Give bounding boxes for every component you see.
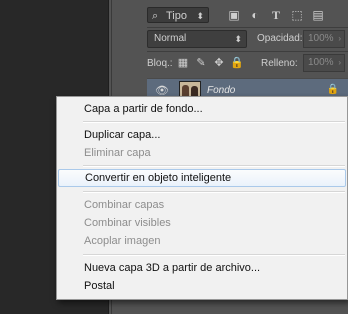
chevron-right-icon: › bbox=[338, 58, 341, 67]
filter-kind-select[interactable]: ⌕ Tipo ⬍ bbox=[147, 7, 209, 23]
layer-context-menu: Capa a partir de fondo... Duplicar capa.… bbox=[56, 96, 348, 300]
menu-item-flatten-image[interactable]: Acoplar imagen bbox=[58, 232, 346, 250]
divider bbox=[147, 51, 348, 52]
menu-separator bbox=[83, 254, 345, 256]
lock-image-pixels-icon[interactable]: ✎ bbox=[194, 56, 208, 70]
fill-field[interactable]: 100% › bbox=[303, 54, 345, 72]
adjustment-layer-filter-icon[interactable]: ◐ bbox=[248, 8, 262, 22]
chevron-right-icon: › bbox=[338, 34, 341, 43]
chevron-updown-icon: ⬍ bbox=[234, 34, 242, 44]
divider bbox=[147, 27, 348, 28]
lock-transparent-pixels-icon[interactable]: ▦ bbox=[176, 56, 190, 70]
opacity-field[interactable]: 100% › bbox=[303, 30, 345, 48]
filter-kind-label: Tipo bbox=[166, 10, 187, 22]
search-icon: ⌕ bbox=[152, 10, 159, 22]
fill-label: Relleno: bbox=[261, 58, 298, 69]
lock-icon: 🔒 bbox=[326, 84, 339, 95]
menu-item-convert-to-smart-object[interactable]: Convertir en objeto inteligente bbox=[58, 169, 346, 187]
menu-item-duplicate-layer[interactable]: Duplicar capa... bbox=[58, 126, 346, 144]
menu-item-merge-layers[interactable]: Combinar capas bbox=[58, 196, 346, 214]
menu-item-merge-visible[interactable]: Combinar visibles bbox=[58, 214, 346, 232]
chevron-updown-icon: ⬍ bbox=[196, 11, 204, 21]
menu-item-layer-from-background[interactable]: Capa a partir de fondo... bbox=[58, 100, 346, 118]
opacity-value: 100% bbox=[308, 33, 334, 44]
smart-object-filter-icon[interactable]: ▤ bbox=[311, 8, 325, 22]
fill-value: 100% bbox=[308, 57, 334, 68]
blend-mode-value: Normal bbox=[154, 33, 187, 44]
menu-item-delete-layer[interactable]: Eliminar capa bbox=[58, 144, 346, 162]
shape-layer-filter-icon[interactable]: ⬚ bbox=[290, 8, 304, 22]
type-layer-filter-icon[interactable]: T bbox=[269, 8, 283, 22]
layer-filter-row: ⌕ Tipo ⬍ ▣ ◐ T ⬚ ▤ bbox=[147, 4, 348, 26]
layer-name[interactable]: Fondo bbox=[207, 85, 235, 96]
lock-all-icon[interactable]: 🔒 bbox=[230, 56, 244, 70]
lock-position-icon[interactable]: ✥ bbox=[212, 56, 226, 70]
menu-separator bbox=[83, 191, 345, 193]
menu-item-new-3d-layer-from-file[interactable]: Nueva capa 3D a partir de archivo... bbox=[58, 259, 346, 277]
opacity-label: Opacidad: bbox=[257, 33, 303, 44]
menu-separator bbox=[83, 121, 345, 123]
menu-item-postcard[interactable]: Postal bbox=[58, 277, 346, 295]
blend-mode-select[interactable]: Normal ⬍ bbox=[147, 30, 247, 48]
menu-separator bbox=[83, 165, 345, 167]
lock-label: Bloq.: bbox=[147, 58, 173, 69]
pixel-layer-filter-icon[interactable]: ▣ bbox=[227, 8, 241, 22]
